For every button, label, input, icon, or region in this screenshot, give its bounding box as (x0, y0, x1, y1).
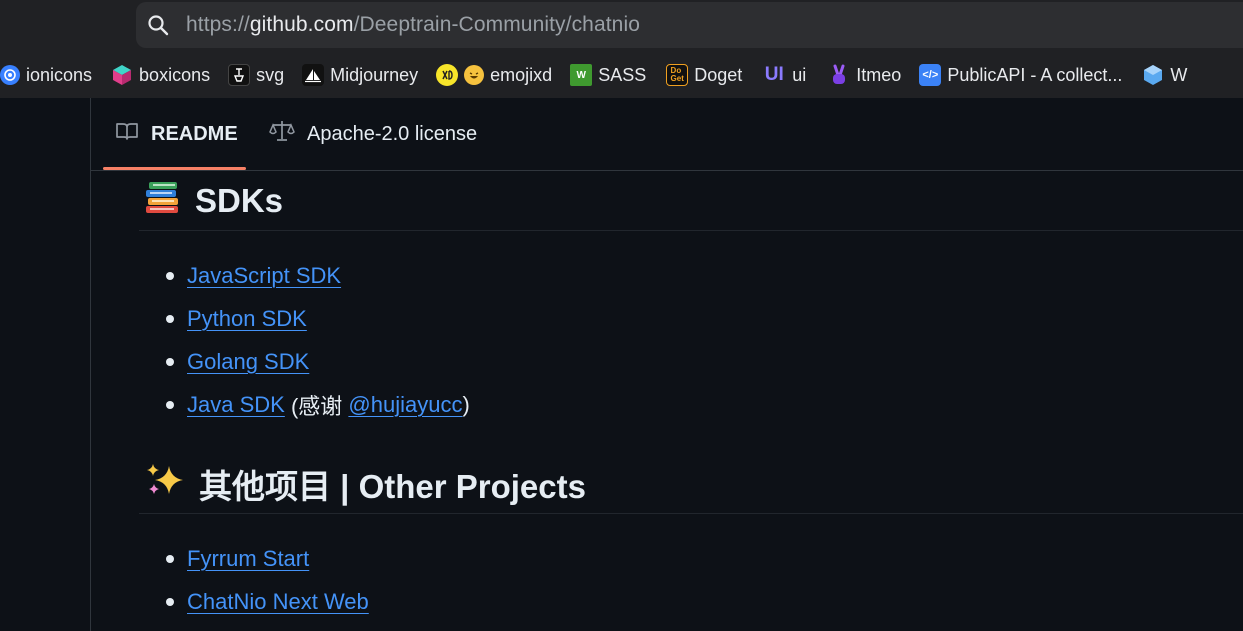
tab-readme[interactable]: README (103, 98, 246, 170)
sdk-heading-text: SDKs (195, 182, 284, 219)
bookmark-ui[interactable]: UI ui (762, 64, 807, 86)
url-text[interactable]: https://github.com/Deeptrain-Community/c… (186, 13, 640, 37)
ionicons-icon (0, 65, 20, 85)
w-icon (1142, 64, 1164, 86)
other-projects-heading-text: 其他项目 | Other Projects (199, 468, 586, 505)
bookmark-publicapi[interactable]: </> PublicAPI - A collect... (919, 64, 1122, 86)
bookmark-label: ui (792, 64, 807, 85)
bookmark-label: svg (256, 64, 285, 85)
bookmark-ionicons[interactable]: ionicons (0, 65, 92, 86)
bookmark-w[interactable]: W (1142, 64, 1187, 86)
midjourney-icon (302, 64, 325, 86)
java-sdk-link[interactable]: Java SDK (187, 392, 285, 418)
url-host: github.com (249, 13, 354, 36)
list-item: Fyrrum Start (166, 537, 369, 580)
tab-license[interactable]: Apache-2.0 license (269, 98, 477, 170)
other-projects-list: Fyrrum Start ChatNio Next Web (166, 537, 369, 623)
thanks-text: (感谢 (284, 393, 349, 419)
books-icon (145, 181, 181, 221)
list-item: Golang SDK (166, 340, 470, 383)
fyrrum-start-link[interactable]: Fyrrum Start (187, 546, 309, 572)
python-sdk-link[interactable]: Python SDK (187, 306, 307, 332)
book-icon (115, 121, 139, 147)
sdk-heading: SDKs (139, 172, 1243, 231)
chatnio-next-web-link[interactable]: ChatNio Next Web (187, 589, 369, 615)
bookmark-label: Midjourney (330, 64, 419, 85)
emojixd-icon (436, 64, 459, 86)
doget-icon: Do Get (666, 64, 689, 86)
bookmarks-bar: ionicons boxicons svg Midjourney emojixd… (0, 52, 1243, 98)
laughing-face-icon (464, 65, 485, 85)
bookmark-emojixd[interactable]: emojixd (436, 64, 552, 86)
search-icon (146, 13, 170, 37)
bookmark-sass[interactable]: W SASS (570, 64, 646, 86)
hujiayucc-mention-link[interactable]: @hujiayucc (348, 392, 462, 418)
bookmark-label: Doget (694, 64, 743, 85)
sparkles-icon (145, 462, 185, 506)
list-item: Python SDK (166, 297, 470, 340)
url-prefix: https:// (186, 13, 250, 36)
boxicons-icon (111, 64, 133, 86)
ui-icon: UI (764, 64, 784, 85)
browser-toolbar: https://github.com/Deeptrain-Community/c… (0, 0, 1243, 52)
bookmark-label: SASS (598, 64, 647, 85)
bookmark-label: Itmeo (856, 64, 902, 85)
bookmark-itmeo[interactable]: Itmeo (828, 64, 901, 86)
law-scale-icon (269, 120, 295, 148)
readme-tabs: README Apache-2.0 license (91, 98, 1243, 171)
list-item: ChatNio Next Web (166, 580, 369, 623)
closing-paren: ) (462, 391, 470, 417)
svg-icon (228, 64, 251, 86)
address-bar[interactable]: https://github.com/Deeptrain-Community/c… (136, 2, 1243, 48)
publicapi-icon: </> (919, 64, 942, 86)
list-item: JavaScript SDK (166, 254, 470, 297)
bookmark-label: boxicons (139, 64, 211, 85)
other-projects-heading: 其他项目 | Other Projects (139, 455, 1243, 514)
bookmark-svg[interactable]: svg (228, 64, 284, 86)
content-left-border (90, 98, 91, 631)
sass-icon: W (570, 64, 593, 86)
sdk-list: JavaScript SDK Python SDK Golang SDK Jav… (166, 254, 470, 426)
tab-readme-label: README (151, 122, 238, 145)
bookmark-boxicons[interactable]: boxicons (111, 64, 210, 86)
list-item: Java SDK (感谢 @hujiayucc) (166, 383, 470, 426)
golang-sdk-link[interactable]: Golang SDK (187, 349, 309, 375)
bookmark-label: PublicAPI - A collect... (947, 64, 1123, 85)
javascript-sdk-link[interactable]: JavaScript SDK (187, 263, 341, 289)
bookmark-label: W (1170, 64, 1188, 85)
url-path: /Deeptrain-Community/chatnio (353, 13, 641, 36)
itmeo-icon (828, 64, 850, 86)
bookmark-midjourney[interactable]: Midjourney (302, 64, 418, 86)
tab-license-label: Apache-2.0 license (307, 122, 478, 145)
bookmark-doget[interactable]: Do Get Doget (666, 64, 742, 86)
bookmark-label: ionicons (26, 64, 93, 85)
bookmark-label: emojixd (490, 64, 553, 85)
